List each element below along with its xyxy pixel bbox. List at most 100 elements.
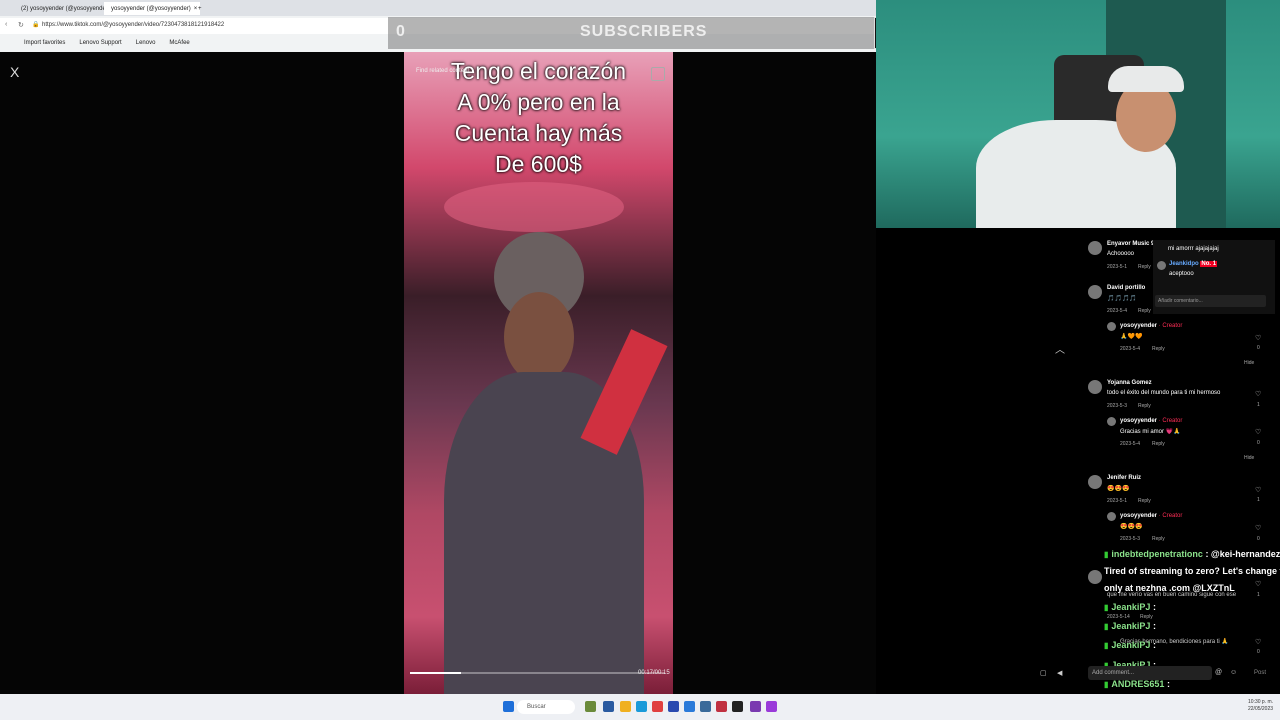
browser-tab-2[interactable]: yosoyyender (@yosoyyender) ×	[104, 2, 200, 15]
comment-text: Achooooo	[1107, 251, 1135, 257]
comment-date: 2023-5-3	[1120, 536, 1141, 542]
heart-icon[interactable]: ♡	[1255, 580, 1261, 588]
emoji-icon[interactable]: ☺	[1230, 669, 1237, 676]
reply-button[interactable]: Reply	[1138, 403, 1151, 409]
browser-tab-label: yosoyyender (@yosoyyender)	[111, 5, 191, 12]
comment-author[interactable]: yosoyyender · Creator	[1120, 323, 1182, 329]
obs-icon[interactable]	[750, 701, 761, 712]
chat-username: indebtedpenetrationc	[1111, 549, 1203, 559]
comment-date: 2023-5-4	[1120, 346, 1141, 352]
avatar[interactable]	[1107, 417, 1116, 426]
rank-badge: No. 1	[1200, 261, 1218, 267]
comment-author[interactable]: David portillo	[1107, 285, 1145, 291]
windows-start-icon[interactable]	[503, 701, 514, 712]
app-icon[interactable]	[716, 701, 727, 712]
post-button[interactable]: Post	[1254, 670, 1266, 676]
heart-icon[interactable]: ♡	[1255, 524, 1261, 532]
reply-button[interactable]: Reply	[1138, 264, 1151, 270]
chevron-up-icon[interactable]: ︿	[1055, 341, 1065, 356]
reply-button[interactable]: Reply	[1138, 498, 1151, 504]
edge-icon[interactable]	[636, 701, 647, 712]
find-related-text[interactable]: Find related content	[416, 68, 469, 74]
chat-text: :	[1152, 640, 1156, 650]
volume-icon[interactable]: ◀	[1057, 669, 1062, 677]
comment-author[interactable]: yosoyyender · Creator	[1120, 513, 1182, 519]
comment-author[interactable]: Enyavor Music 9	[1107, 241, 1154, 247]
avatar[interactable]	[1088, 285, 1102, 299]
chat-message: ▮JeankiPJ :	[1104, 621, 1156, 631]
like-count: 0	[1257, 649, 1260, 655]
lock-icon: 🔒	[32, 22, 40, 28]
taskbar-search[interactable]: Buscar	[517, 700, 575, 714]
file-explorer-icon[interactable]	[603, 701, 614, 712]
reply-button[interactable]: Reply	[1152, 346, 1165, 352]
comment-date: 2023-5-1	[1107, 498, 1128, 504]
comment-author[interactable]: Jenifer Ruiz	[1107, 475, 1141, 481]
avatar[interactable]	[1088, 241, 1102, 255]
author-name: yosoyyender	[1120, 418, 1158, 424]
browser-tab-1[interactable]: (2) yosoyyender (@yosoyyender) ×	[14, 2, 110, 15]
reply-button[interactable]: Reply	[1140, 614, 1153, 620]
chat-badge-icon: ▮	[1104, 622, 1109, 631]
video-light-blob	[444, 182, 624, 232]
tab-bar: (2) yosoyyender (@yosoyyender) × yosoyye…	[0, 0, 876, 16]
popup-reply-author[interactable]: Jeankidpo No. 1	[1169, 261, 1218, 267]
author-name: yosoyyender	[1120, 323, 1158, 329]
reply-button[interactable]: Reply	[1152, 441, 1165, 447]
caption-line: Cuenta hay más	[454, 120, 623, 146]
new-tab-button[interactable]: +	[194, 2, 206, 15]
avatar[interactable]	[1088, 380, 1102, 394]
chat-message: ▮JeankiPJ :	[1104, 602, 1156, 612]
comment-author[interactable]: Yojanna Gomez	[1107, 380, 1152, 386]
comment-text: 😍😍😍	[1120, 524, 1143, 530]
back-icon[interactable]: ‹	[5, 21, 7, 28]
avatar[interactable]	[1088, 475, 1102, 489]
avatar[interactable]	[1107, 322, 1116, 331]
heart-icon[interactable]: ♡	[1255, 638, 1261, 646]
avatar[interactable]	[1107, 512, 1116, 521]
popup-text: mi amorrr ajajajajaj	[1168, 246, 1219, 252]
chat-message: ▮ indebtedpenetrationc : @kei-hernandez	[1104, 549, 1280, 559]
lock-icon[interactable]: ▢	[1040, 669, 1047, 677]
heart-icon[interactable]: ♡	[1255, 334, 1261, 342]
mention-icon[interactable]: @	[1215, 669, 1222, 676]
author-name: Jeankidpo	[1169, 261, 1199, 267]
heart-icon[interactable]: ♡	[1255, 428, 1261, 436]
chrome-icon[interactable]	[652, 701, 663, 712]
add-comment-input[interactable]: Add comment...	[1088, 666, 1212, 680]
clock-date: 22/05/2023	[1248, 706, 1274, 712]
comment-date: 2023-5-4	[1107, 308, 1128, 314]
video-backdrop-right	[673, 52, 876, 694]
refresh-icon[interactable]: ↻	[18, 21, 24, 29]
like-count: 0	[1257, 440, 1260, 446]
like-count: 1	[1257, 497, 1260, 503]
bookmark-lenovo-support[interactable]: Lenovo Support	[79, 40, 121, 46]
tiktok-icon[interactable]	[732, 701, 743, 712]
bookmarks-bar: Import favorites Lenovo Support Lenovo M…	[0, 36, 190, 50]
taskbar-clock[interactable]: 10:30 p. m. 22/05/2023	[1248, 699, 1273, 713]
reply-button[interactable]: Reply	[1152, 536, 1165, 542]
comment-author[interactable]: yosoyyender · Creator	[1120, 418, 1182, 424]
heart-icon[interactable]: ♡	[1255, 390, 1261, 398]
app-icon[interactable]	[700, 701, 711, 712]
avatar[interactable]	[1157, 261, 1166, 270]
popup-comment-input[interactable]: Añadir comentario...	[1155, 295, 1266, 307]
widget-icon[interactable]	[585, 701, 596, 712]
hide-replies-button[interactable]: Hide	[1244, 360, 1254, 366]
reply-button[interactable]: Reply	[1138, 308, 1151, 314]
folder-icon[interactable]	[620, 701, 631, 712]
caption-line: De 600$	[495, 151, 582, 177]
close-video-button[interactable]: X	[10, 64, 19, 80]
bookmark-mcafee[interactable]: McAfee	[169, 40, 189, 46]
word-icon[interactable]	[684, 701, 695, 712]
heart-icon[interactable]: ♡	[1255, 486, 1261, 494]
store-icon[interactable]	[668, 701, 679, 712]
bookmark-lenovo[interactable]: Lenovo	[136, 40, 156, 46]
search-icon[interactable]	[651, 67, 665, 81]
chat-badge-icon: ▮	[1104, 680, 1109, 689]
url-text[interactable]: https://www.tiktok.com/@yosoyyender/vide…	[42, 22, 224, 28]
hide-replies-button[interactable]: Hide	[1244, 455, 1254, 461]
bookmark-import[interactable]: Import favorites	[24, 40, 65, 46]
app-icon[interactable]	[766, 701, 777, 712]
avatar[interactable]	[1088, 570, 1102, 584]
